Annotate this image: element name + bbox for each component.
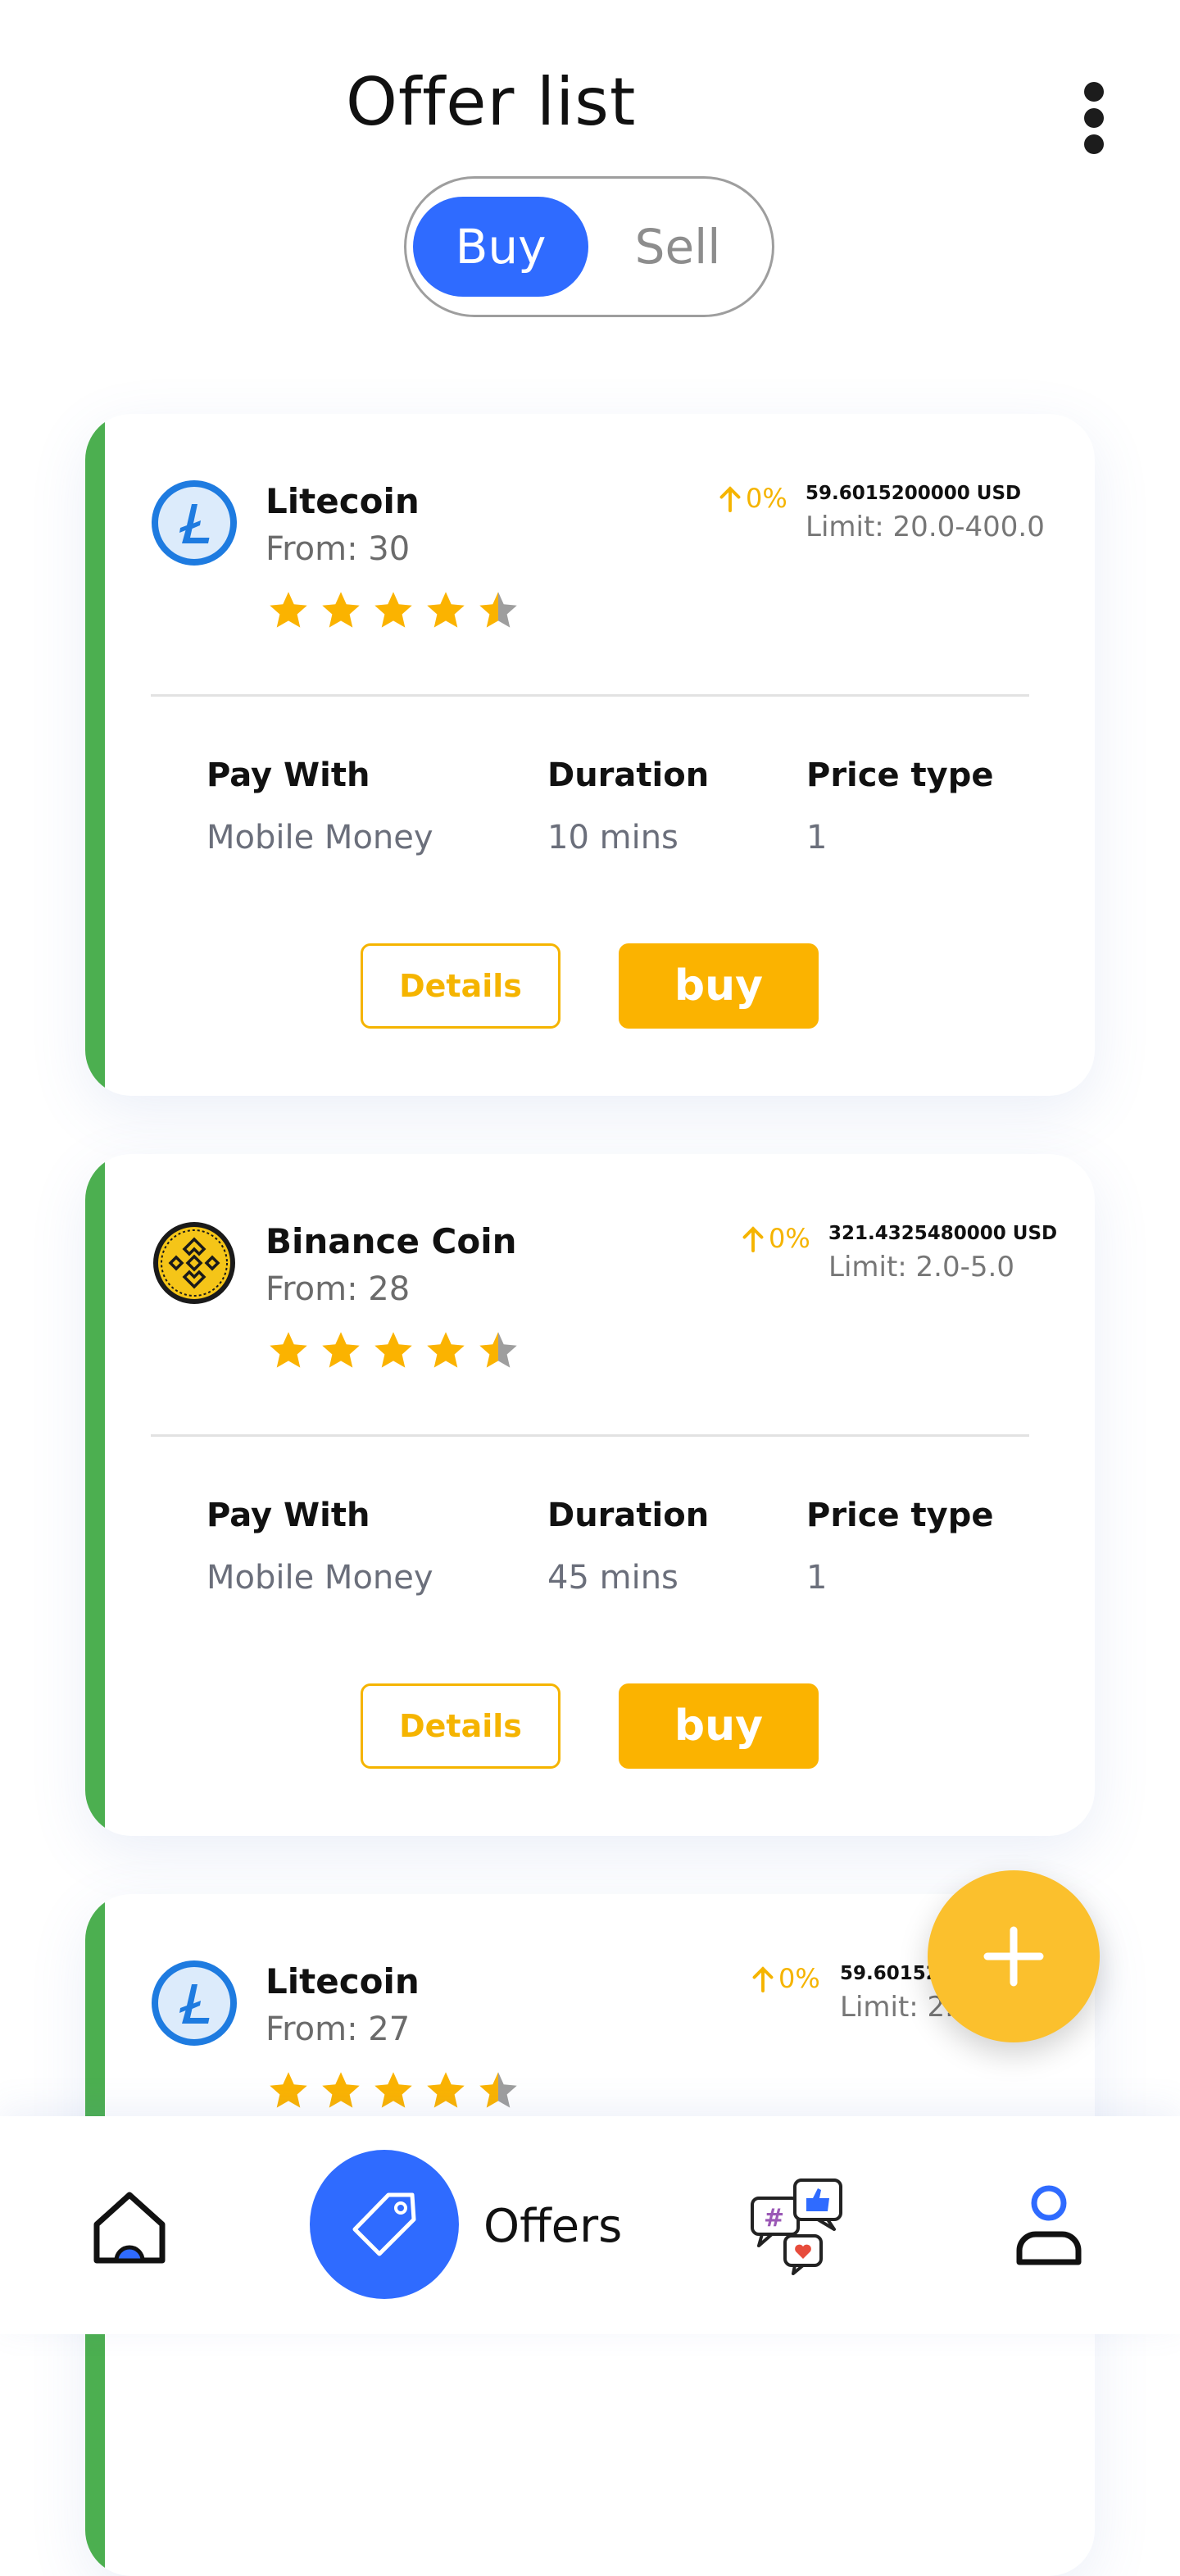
add-offer-button[interactable] xyxy=(928,1870,1100,2042)
user-icon[interactable] xyxy=(1014,2185,1083,2267)
coin-name: Binance Coin xyxy=(266,1221,517,1261)
social-chat-icon[interactable]: # xyxy=(747,2177,846,2275)
divider xyxy=(151,694,1029,697)
coin-name: Litecoin xyxy=(266,481,420,521)
binance-coin-icon xyxy=(153,1222,235,1304)
bottom-nav: Offers # xyxy=(0,2116,1180,2334)
star-half-icon xyxy=(479,1332,517,1368)
coin-name: Litecoin xyxy=(266,1961,420,2001)
price-change: 0% xyxy=(751,1963,820,1994)
more-vertical-icon[interactable] xyxy=(1073,75,1114,161)
buy-button[interactable]: buy xyxy=(619,943,819,1029)
duration-value: 45 mins xyxy=(547,1559,678,1597)
price-type-value: 1 xyxy=(806,819,828,856)
page-title: Offer list xyxy=(346,64,637,140)
buy-sell-toggle: Buy Sell xyxy=(404,176,774,317)
nav-offers-label[interactable]: Offers xyxy=(483,2200,622,2253)
arrow-up-icon xyxy=(719,486,741,512)
duration-label: Duration xyxy=(547,1497,710,1534)
coin-from: From: 28 xyxy=(266,1270,411,1308)
rating-stars xyxy=(267,589,520,632)
card-accent-stripe xyxy=(85,414,105,1096)
limit-value: Limit: 2.0-5.0 xyxy=(828,1251,1014,1283)
star-icon xyxy=(427,592,465,628)
divider xyxy=(151,1434,1029,1437)
limit-value: Limit: 20.0-400.0 xyxy=(806,511,1045,543)
buy-button[interactable]: buy xyxy=(619,1683,819,1769)
litecoin-icon xyxy=(152,480,237,566)
offer-card: Litecoin From: 30 0% 59.6015200000 USD L… xyxy=(85,414,1095,1096)
price-change-value: 0% xyxy=(746,483,787,514)
star-icon xyxy=(322,2072,360,2108)
card-accent-stripe xyxy=(85,1154,105,1836)
coin-from: From: 27 xyxy=(266,2010,411,2048)
price-value: 59.60152 xyxy=(840,1963,939,1984)
litecoin-icon xyxy=(152,1960,237,2046)
price-value: 321.4325480000 USD xyxy=(828,1223,1058,1244)
star-icon xyxy=(374,2072,412,2108)
svg-text:#: # xyxy=(764,2204,784,2233)
pay-with-label: Pay With xyxy=(206,1497,370,1534)
arrow-up-icon xyxy=(752,1966,774,1992)
price-change-value: 0% xyxy=(778,1963,820,1994)
star-icon xyxy=(427,1332,465,1368)
price-change: 0% xyxy=(741,1223,810,1254)
star-icon xyxy=(322,592,360,628)
plus-icon xyxy=(983,1926,1044,1987)
coin-from: From: 30 xyxy=(266,530,411,568)
rating-stars xyxy=(267,2069,520,2112)
star-half-icon xyxy=(479,2072,517,2108)
star-icon xyxy=(270,2072,307,2108)
star-icon xyxy=(374,1332,412,1368)
pay-with-value: Mobile Money xyxy=(206,819,433,856)
home-icon[interactable] xyxy=(88,2185,170,2267)
price-value: 59.6015200000 USD xyxy=(806,483,1022,504)
details-button[interactable]: Details xyxy=(361,1683,560,1769)
duration-label: Duration xyxy=(547,756,710,794)
rating-stars xyxy=(267,1329,520,1372)
star-half-icon xyxy=(479,592,517,628)
nav-offers-button[interactable] xyxy=(310,2150,459,2299)
star-icon xyxy=(270,1332,307,1368)
price-change-value: 0% xyxy=(769,1223,810,1254)
buy-tab[interactable]: Buy xyxy=(413,197,588,297)
offer-card: Binance Coin From: 28 0% 321.4325480000 … xyxy=(85,1154,1095,1836)
star-icon xyxy=(322,1332,360,1368)
price-type-value: 1 xyxy=(806,1559,828,1597)
price-type-label: Price type xyxy=(806,756,994,794)
arrow-up-icon xyxy=(742,1226,764,1252)
star-icon xyxy=(270,592,307,628)
pay-with-label: Pay With xyxy=(206,756,370,794)
details-button[interactable]: Details xyxy=(361,943,560,1029)
star-icon xyxy=(427,2072,465,2108)
duration-value: 10 mins xyxy=(547,819,678,856)
price-change: 0% xyxy=(718,483,787,514)
price-tag-icon xyxy=(352,2192,416,2256)
sell-tab[interactable]: Sell xyxy=(592,197,764,297)
star-icon xyxy=(374,592,412,628)
pay-with-value: Mobile Money xyxy=(206,1559,433,1597)
price-type-label: Price type xyxy=(806,1497,994,1534)
